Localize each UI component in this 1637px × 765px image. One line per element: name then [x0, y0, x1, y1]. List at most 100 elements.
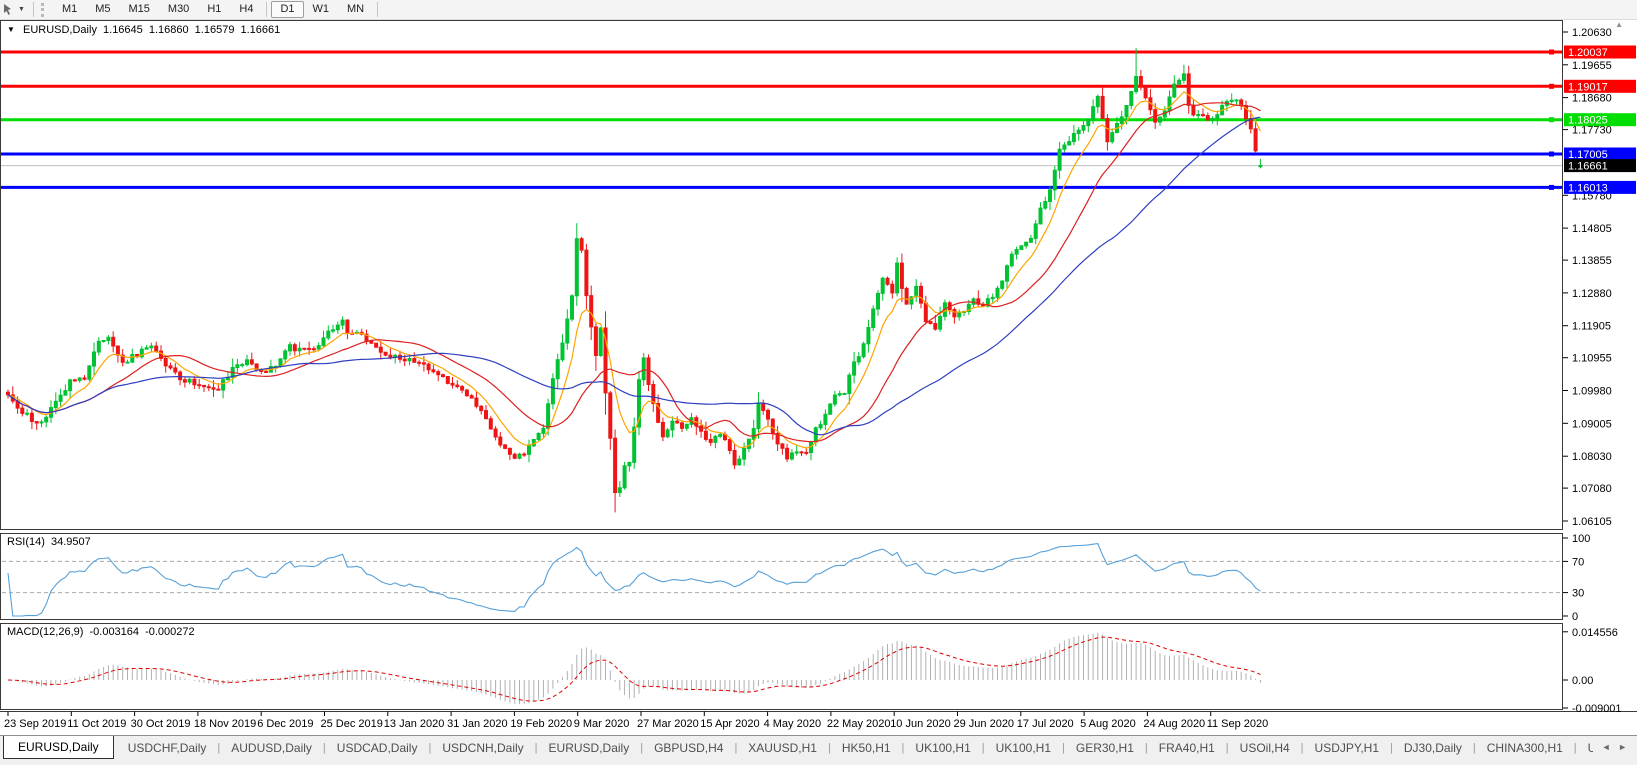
price-line-handle[interactable] — [1549, 84, 1554, 89]
svg-text:1.12880: 1.12880 — [1572, 288, 1612, 300]
price-line-handle[interactable] — [1549, 117, 1554, 122]
chart-tab-usoil-h4[interactable]: USOil,H4 — [1229, 737, 1301, 758]
macd-name: MACD(12,26,9) — [7, 626, 83, 638]
macd-axis: 0.0145560.00-0.009001 — [1563, 627, 1622, 715]
chart-scroll-up-icon[interactable]: ▲ — [1615, 20, 1623, 29]
macd-indicator-label: MACD(12,26,9) -0.003164 -0.000272 — [7, 626, 198, 638]
timeframe-button-h4[interactable]: H4 — [230, 1, 262, 18]
timeframe-button-m30[interactable]: M30 — [159, 1, 198, 18]
ohlc-high: 1.16860 — [149, 24, 189, 36]
timeframe-button-h1[interactable]: H1 — [198, 1, 230, 18]
price-line-handle[interactable] — [1549, 185, 1554, 190]
chart-canvas[interactable]: 1.206301.196551.186801.177301.157801.148… — [0, 19, 1637, 735]
date-axis: 23 Sep 201911 Oct 201930 Oct 201918 Nov … — [4, 712, 1268, 731]
svg-text:1.08030: 1.08030 — [1572, 451, 1612, 463]
chart-tab-eurusd-daily[interactable]: EURUSD,Daily — [3, 736, 114, 759]
toolbar-grip[interactable] — [41, 3, 47, 17]
svg-text:1.16661: 1.16661 — [1568, 161, 1608, 173]
chart-tab-usdcad-daily[interactable]: USDCAD,Daily — [326, 737, 429, 758]
toolbar-separator — [266, 2, 267, 17]
rsi-value: 34.9507 — [51, 536, 91, 548]
svg-text:1.16013: 1.16013 — [1568, 182, 1608, 194]
tab-scroll-controls: ◄ ► — [1593, 736, 1637, 752]
svg-text:31 Jan 2020: 31 Jan 2020 — [447, 718, 508, 730]
tab-scroll-right-icon[interactable]: ► — [1618, 742, 1627, 752]
svg-text:1.14805: 1.14805 — [1572, 223, 1612, 235]
svg-text:9 Mar 2020: 9 Mar 2020 — [574, 718, 630, 730]
timeframe-button-m1[interactable]: M1 — [53, 1, 86, 18]
svg-text:70: 70 — [1572, 556, 1584, 568]
rsi-indicator-label: RSI(14) 34.9507 — [7, 536, 94, 548]
chart-tab-dj30-daily[interactable]: DJ30,Daily — [1393, 737, 1473, 758]
svg-text:11 Oct 2019: 11 Oct 2019 — [67, 718, 126, 730]
chart-tab-xauusd-h1[interactable]: XAUUSD,H1 — [737, 737, 828, 758]
chart-tab-fra40-h1[interactable]: FRA40,H1 — [1148, 737, 1226, 758]
chart-tabs: EURUSD,DailyUSDCHF,Daily|AUDUSD,Daily|US… — [0, 736, 1593, 759]
svg-text:27 Mar 2020: 27 Mar 2020 — [637, 718, 699, 730]
chart-tab-audusd-daily[interactable]: AUDUSD,Daily — [220, 737, 323, 758]
svg-text:22 May 2020: 22 May 2020 — [827, 718, 891, 730]
chart-symbol-period: EURUSD,Daily — [23, 24, 97, 36]
svg-text:23 Sep 2019: 23 Sep 2019 — [4, 718, 66, 730]
svg-text:6 Dec 2019: 6 Dec 2019 — [257, 718, 313, 730]
svg-text:15 Apr 2020: 15 Apr 2020 — [700, 718, 759, 730]
svg-text:1.10955: 1.10955 — [1572, 353, 1612, 365]
chart-tab-gbpusd-h4[interactable]: GBPUSD,H4 — [643, 737, 734, 758]
chart-tab-usdcnh-daily[interactable]: USDCNH,Daily — [431, 737, 534, 758]
svg-text:4 May 2020: 4 May 2020 — [764, 718, 821, 730]
svg-text:0.014556: 0.014556 — [1572, 627, 1618, 639]
rsi-axis: 10070300 — [1563, 533, 1590, 623]
collapse-triangle-icon[interactable]: ▼ — [7, 25, 15, 34]
chart-tab-hk50-h1[interactable]: HK50,H1 — [831, 737, 902, 758]
timeframe-button-d1[interactable]: D1 — [271, 1, 303, 18]
chart-tab-ger30-h1[interactable]: GER30,H1 — [1065, 737, 1145, 758]
svg-text:24 Aug 2020: 24 Aug 2020 — [1143, 718, 1205, 730]
chart-tab-uk100-h1[interactable]: UK100,H1 — [904, 737, 981, 758]
tab-scroll-left-icon[interactable]: ◄ — [1602, 742, 1611, 752]
price-axis: 1.206301.196551.186801.177301.157801.148… — [1563, 27, 1612, 528]
chart-tab-bar: EURUSD,DailyUSDCHF,Daily|AUDUSD,Daily|US… — [0, 735, 1637, 765]
ohlc-open: 1.16645 — [103, 24, 143, 36]
timeframe-button-m5[interactable]: M5 — [86, 1, 119, 18]
chart-panes — [0, 21, 1637, 712]
chart-tab-eurusd-daily[interactable]: EURUSD,Daily — [538, 737, 641, 758]
ohlc-close: 1.16661 — [241, 24, 281, 36]
price-line-handle[interactable] — [1549, 50, 1554, 55]
cursor-tool-icon[interactable] — [2, 3, 16, 16]
svg-text:13 Jan 2020: 13 Jan 2020 — [384, 718, 445, 730]
svg-text:1.18025: 1.18025 — [1568, 115, 1608, 127]
ohlc-low: 1.16579 — [195, 24, 235, 36]
macd-main-value: -0.003164 — [89, 626, 139, 638]
chart-title: ▼ EURUSD,Daily 1.16645 1.16860 1.16579 1… — [7, 24, 283, 36]
svg-text:30: 30 — [1572, 588, 1584, 600]
svg-text:1.07080: 1.07080 — [1572, 483, 1612, 495]
svg-text:5 Aug 2020: 5 Aug 2020 — [1080, 718, 1136, 730]
toolbar-separator — [33, 2, 34, 17]
chart-tab-usdchf-daily[interactable]: USDCHF,Daily — [117, 737, 218, 758]
svg-text:0.00: 0.00 — [1572, 675, 1593, 687]
chart-tab-uk100-h1[interactable]: UK100,H1 — [985, 737, 1062, 758]
timeframe-button-m15[interactable]: M15 — [120, 1, 159, 18]
timeframe-button-mn[interactable]: MN — [338, 1, 373, 18]
svg-text:100: 100 — [1572, 533, 1590, 545]
svg-text:1.20630: 1.20630 — [1572, 27, 1612, 39]
svg-text:11 Sep 2020: 11 Sep 2020 — [1207, 718, 1269, 730]
timeframe-button-w1[interactable]: W1 — [304, 1, 339, 18]
svg-text:25 Dec 2019: 25 Dec 2019 — [321, 718, 383, 730]
rsi-name: RSI(14) — [7, 536, 45, 548]
svg-text:1.06105: 1.06105 — [1572, 516, 1612, 528]
chart-tab-usoil-h1[interactable]: USOil,H1 — [1577, 737, 1593, 758]
svg-text:1.19017: 1.19017 — [1568, 81, 1608, 93]
svg-text:1.09005: 1.09005 — [1572, 418, 1612, 430]
svg-text:10 Jun 2020: 10 Jun 2020 — [890, 718, 951, 730]
svg-text:18 Nov 2019: 18 Nov 2019 — [194, 718, 256, 730]
timeframe-buttons: M1M5M15M30H1H4 D1W1MN — [53, 1, 382, 18]
price-line-handle[interactable] — [1549, 152, 1554, 157]
svg-text:19 Feb 2020: 19 Feb 2020 — [510, 718, 572, 730]
macd-signal-value: -0.000272 — [145, 626, 195, 638]
chart-tab-usdjpy-h1[interactable]: USDJPY,H1 — [1304, 737, 1390, 758]
svg-text:1.19655: 1.19655 — [1572, 60, 1612, 72]
dropdown-arrow-icon[interactable]: ▼ — [18, 6, 25, 13]
chart-tab-china300-h1[interactable]: CHINA300,H1 — [1476, 737, 1574, 758]
toolbar-separator — [377, 2, 378, 17]
